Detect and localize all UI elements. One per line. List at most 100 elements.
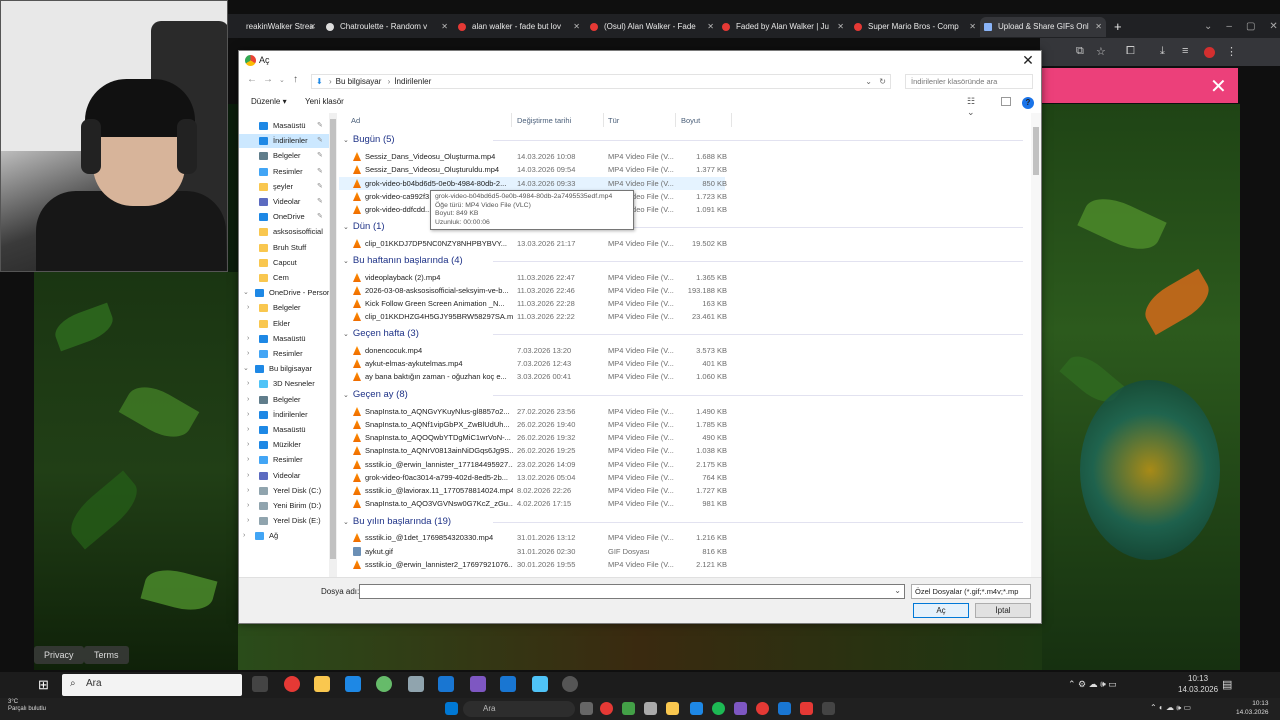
app-icon[interactable]: [690, 702, 703, 715]
file-group-header[interactable]: ⌄ Bu yılın başlarında (19): [343, 515, 1029, 529]
clock-2[interactable]: 10:13 14.03.2026: [1236, 699, 1269, 717]
file-explorer-icon[interactable]: [666, 702, 679, 715]
file-type-filter[interactable]: Özel Dosyalar (*.gif;*.m4v;*.mp: [911, 584, 1031, 599]
nav-item[interactable]: › Yerel Disk (E:): [239, 514, 329, 528]
file-row[interactable]: ssstik.io_@erwin_lannister2_17697921076.…: [339, 558, 727, 571]
expand-chevron-icon[interactable]: ⌄: [243, 286, 249, 300]
close-tab-icon[interactable]: ✕: [969, 17, 976, 37]
nav-item[interactable]: › İndirilenler: [239, 408, 329, 422]
close-banner-icon[interactable]: ✕: [1210, 74, 1227, 99]
download-icon[interactable]: ⤓: [1160, 45, 1165, 58]
obs-icon[interactable]: [562, 676, 578, 692]
windows-start-icon[interactable]: ⊞: [38, 678, 52, 692]
search-input[interactable]: İndirilenler klasöründe ara: [905, 74, 1033, 89]
nav-item[interactable]: Masaüstü ✎: [239, 119, 329, 133]
maximize-icon[interactable]: ▢: [1246, 21, 1255, 32]
collapse-chevron-icon[interactable]: ⌄: [343, 392, 349, 399]
tab-search-icon[interactable]: ≡: [1182, 45, 1188, 57]
column-name[interactable]: Ad: [351, 116, 360, 125]
nav-item[interactable]: › Masaüstü: [239, 332, 329, 346]
nav-item[interactable]: › Belgeler: [239, 301, 329, 315]
view-options-icon[interactable]: ☷ ⌄: [967, 96, 977, 117]
breadcrumb-this-pc[interactable]: Bu bilgisayar: [336, 77, 382, 86]
file-row[interactable]: ssstik.io_@1det_1769854320330.mp4 31.01.2…: [339, 531, 727, 544]
preview-pane-icon[interactable]: [1001, 97, 1011, 106]
file-explorer-icon[interactable]: [314, 676, 330, 692]
file-row[interactable]: 2026-03-08-asksosisofficial-seksyim-ve-b…: [339, 284, 727, 297]
close-tab-icon[interactable]: ✕: [573, 17, 580, 37]
back-icon[interactable]: ←: [247, 74, 257, 85]
expand-chevron-icon[interactable]: ›: [247, 377, 249, 391]
browser-tab[interactable]: Chatroulette - Random v ✕: [322, 17, 452, 37]
file-group-header[interactable]: ⌄ Bugün (5): [343, 133, 1029, 147]
collapse-chevron-icon[interactable]: ⌄: [343, 258, 349, 265]
tray-icons[interactable]: ⌃ ⚙ ☁ 🕪 ▭: [1068, 679, 1117, 690]
app-icon[interactable]: [644, 702, 657, 715]
expand-chevron-icon[interactable]: ›: [247, 408, 249, 422]
refresh-icon[interactable]: ↻: [879, 75, 886, 88]
nav-item[interactable]: › Masaüstü: [239, 423, 329, 437]
nav-scrollbar[interactable]: [329, 113, 337, 577]
browser-tab-active[interactable]: Upload & Share GIFs Onl ✕: [980, 17, 1106, 37]
nav-item[interactable]: OneDrive ✎: [239, 210, 329, 224]
profile-avatar[interactable]: [1204, 47, 1215, 58]
file-row[interactable]: grok-video-f0ac3014-a799-402d-8ed5-2b...…: [339, 471, 727, 484]
file-row[interactable]: clip_01KKDJ7DP5NC0NZY8NHPBYBVY... 13.03.2…: [339, 237, 727, 250]
app-icon[interactable]: [600, 702, 613, 715]
file-row[interactable]: ssstik.io_@erwin_lannister_177184495927.…: [339, 458, 727, 471]
nav-item[interactable]: Resimler ✎: [239, 165, 329, 179]
nav-item[interactable]: › Resimler: [239, 347, 329, 361]
close-tab-icon[interactable]: ✕: [707, 17, 714, 37]
weather-widget[interactable]: 3°C Parçalı bulutlu: [8, 699, 46, 713]
mail-icon[interactable]: [345, 676, 361, 692]
close-tab-icon[interactable]: ✕: [1095, 17, 1102, 37]
close-tab-icon[interactable]: ✕: [441, 17, 448, 37]
file-row[interactable]: Sessiz_Dans_Videosu_Oluşturuldu.mp4 14.03…: [339, 163, 727, 176]
expand-chevron-icon[interactable]: ›: [247, 469, 249, 483]
list-scrollbar[interactable]: [1031, 113, 1041, 577]
collapse-chevron-icon[interactable]: ⌄: [343, 137, 349, 144]
browser-tab[interactable]: Faded by Alan Walker | Ju ✕: [718, 17, 848, 37]
privacy-link[interactable]: Privacy: [34, 646, 84, 664]
app-icon[interactable]: [532, 676, 548, 692]
expand-chevron-icon[interactable]: ›: [247, 332, 249, 346]
app-icon[interactable]: [408, 676, 424, 692]
nav-item[interactable]: › Belgeler: [239, 393, 329, 407]
collapse-chevron-icon[interactable]: ⌄: [343, 224, 349, 231]
chrome-taskbar-icon[interactable]: [756, 702, 769, 715]
nav-item[interactable]: › Yerel Disk (C:): [239, 484, 329, 498]
file-row[interactable]: donencocuk.mp4 7.03.2026 13:20 MP4 Video F…: [339, 344, 727, 357]
expand-chevron-icon[interactable]: ›: [243, 529, 245, 543]
browser-tab[interactable]: reakinWalker Strea ✕: [228, 17, 320, 37]
nav-item[interactable]: › Videolar: [239, 469, 329, 483]
menu-icon[interactable]: ⋮: [1226, 45, 1237, 58]
file-row[interactable]: Kick Follow Green Screen Animation _N...…: [339, 297, 727, 310]
app-icon[interactable]: [376, 676, 392, 692]
file-row[interactable]: videoplayback (2).mp4 11.03.2026 22:47 MP4…: [339, 271, 727, 284]
nav-item[interactable]: › 3D Nesneler: [239, 377, 329, 391]
chevron-down-icon[interactable]: ⌄: [894, 586, 901, 595]
spotify-icon[interactable]: [712, 702, 725, 715]
file-group-header[interactable]: ⌄ Geçen hafta (3): [343, 327, 1029, 341]
bookmark-star-icon[interactable]: ☆: [1096, 45, 1106, 58]
nav-item[interactable]: Capcut: [239, 256, 329, 270]
nav-item[interactable]: › Ağ: [239, 529, 329, 543]
close-dialog-button[interactable]: ✕: [1019, 52, 1037, 69]
file-group-header[interactable]: ⌄ Bu haftanın başlarında (4): [343, 254, 1029, 268]
expand-chevron-icon[interactable]: ›: [247, 393, 249, 407]
minimize-icon[interactable]: –: [1226, 21, 1232, 32]
chrome-taskbar-icon[interactable]: [284, 676, 300, 692]
browser-tab[interactable]: Super Mario Bros - Comp ✕: [850, 17, 980, 37]
taskbar-search-2[interactable]: Ara: [463, 701, 575, 717]
column-type[interactable]: Tür: [608, 116, 619, 125]
expand-chevron-icon[interactable]: ›: [247, 301, 249, 315]
tray-icons-2[interactable]: ⌃ ◐ ☁ 🕪 ▭: [1150, 703, 1191, 713]
extensions-icon[interactable]: ⧠: [1126, 45, 1135, 58]
collapse-chevron-icon[interactable]: ⌄: [343, 519, 349, 526]
file-row[interactable]: SnapInsta.to_AQNGvYKuyNlus-gl8857o2... 27…: [339, 405, 727, 418]
chevron-down-icon[interactable]: ⌄: [865, 75, 872, 88]
nav-item[interactable]: ⌄ OneDrive - Persor: [239, 286, 329, 300]
xbox-icon[interactable]: [622, 702, 635, 715]
clock[interactable]: 10:13 14.03.2026: [1178, 673, 1218, 695]
file-row[interactable]: SnapInsta.to_AQNrV0813ainNiDGqs6Jg9S... 2…: [339, 444, 727, 457]
